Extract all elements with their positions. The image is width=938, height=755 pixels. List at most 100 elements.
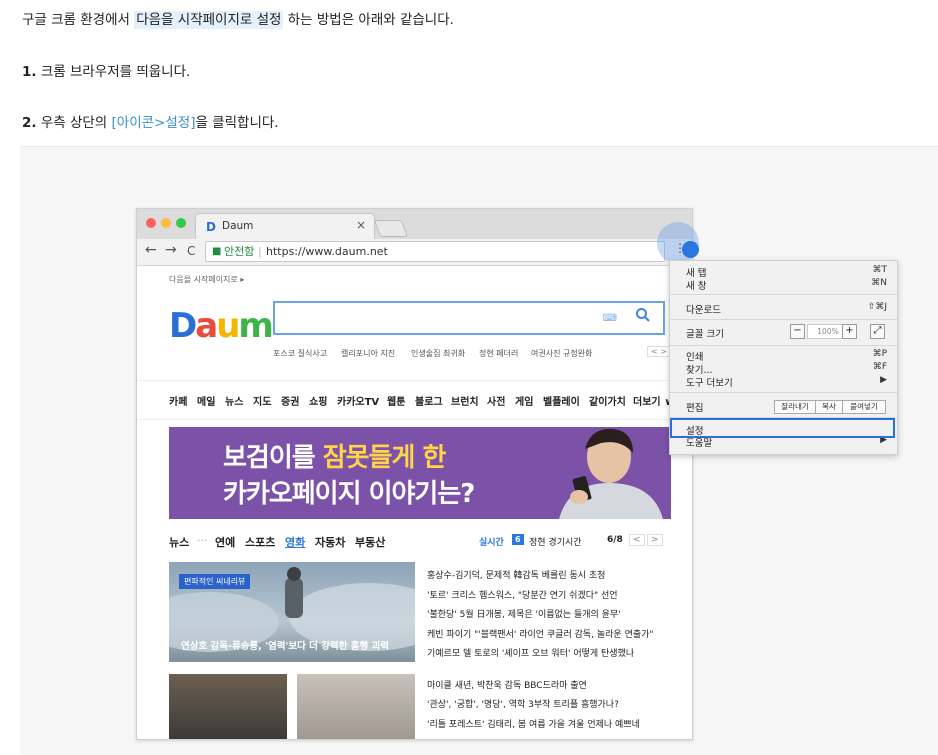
tab-sports[interactable]: 스포츠 — [245, 534, 275, 550]
forward-icon[interactable]: → — [165, 242, 177, 258]
copy-button[interactable]: 복사 — [815, 400, 843, 414]
settings-highlight-box — [670, 418, 895, 438]
zoom-out-button[interactable]: − — [790, 324, 805, 339]
prev-button[interactable]: < — [629, 534, 645, 546]
browser-tab[interactable]: D Daum × — [195, 213, 375, 240]
daum-search-input[interactable]: ⌨ — [273, 301, 665, 335]
secure-label: 안전함 — [224, 245, 255, 258]
lock-icon: ■ — [212, 246, 222, 257]
suggestion-5[interactable]: 여권사진 규정완화 — [531, 348, 592, 359]
headline[interactable]: '리틀 포레스트' 김태리, 봄 여름 가을 겨울 언제나 예쁘네 — [427, 717, 640, 730]
menu-item[interactable]: 웹툰 — [387, 393, 405, 408]
tab-realestate[interactable]: 부동산 — [355, 534, 385, 550]
chrome-menu: 새 탭 ⌘T 새 창 ⌘N 다운로드 ⇧⌘J 글꼴 크기 − 100% + ⤢ … — [669, 260, 898, 455]
step-2-link[interactable]: [아이콘>설정] — [112, 115, 196, 131]
reload-icon[interactable]: C — [187, 244, 195, 258]
headline[interactable]: 마이클 새년, 박찬욱 감독 BBC드라마 출연 — [427, 678, 587, 691]
menu-item[interactable]: 같이가치 — [589, 393, 626, 408]
tab-auto[interactable]: 자동차 — [315, 534, 345, 550]
news-photo-2[interactable] — [169, 674, 287, 739]
headline[interactable]: '관상', '궁합', '명당', 역학 3부작 트리플 흥행가나? — [427, 697, 619, 710]
headline[interactable]: '토르' 크리스 헴스워스, "당분간 연기 쉬겠다" 선언 — [427, 588, 618, 601]
menu-divider — [670, 392, 897, 393]
daum-favicon-icon: D — [206, 220, 216, 234]
step-2-number: 2. — [22, 115, 37, 131]
daum-logo[interactable]: Daum — [169, 306, 274, 346]
intro-highlight: 다음을 시작페이지로 설정 — [134, 11, 284, 29]
tab-bar: D Daum × — [137, 209, 692, 240]
headline[interactable]: '불한당' 5월 日개봉, 제목은 '이름없는 들개의 윤무' — [427, 607, 621, 620]
menu-print[interactable]: 인쇄 — [686, 349, 703, 363]
daum-page: 다음을 시작페이지로 ▸ Daum ⌨ 포스코 질식사고 캘리포니아 지진 인생… — [137, 266, 692, 739]
menu-item[interactable]: 뉴스 — [225, 393, 243, 408]
menu-item[interactable]: 브런치 — [451, 393, 479, 408]
minimize-window-button[interactable] — [161, 218, 171, 228]
headline[interactable]: 기예르모 델 토로의 '셰이프 오브 워터' 어떻게 탄생했나 — [427, 646, 634, 659]
realtime-label: 실시간 — [479, 538, 504, 548]
headline[interactable]: 케빈 파이기 "'블랙팬서' 라이언 쿠글러 감독, 놀라운 연출가" — [427, 627, 654, 640]
menu-item[interactable]: 쇼핑 — [309, 393, 327, 408]
news-photo-3[interactable] — [297, 674, 415, 739]
search-icon[interactable] — [635, 307, 651, 327]
new-tab-button[interactable] — [373, 220, 409, 237]
menu-item[interactable]: 지도 — [253, 393, 271, 408]
menu-item[interactable]: 블로그 — [415, 393, 443, 408]
page-counter: 6/8 — [607, 535, 623, 545]
tab-movie[interactable]: 영화 — [285, 534, 305, 550]
shortcut-find: ⌘F — [872, 362, 887, 372]
shortcut-new-window: ⌘N — [871, 278, 887, 288]
headline[interactable]: 홍상수-김기덕, 문제적 韓감독 베를린 동시 초청 — [427, 568, 605, 581]
tab-close-icon[interactable]: × — [356, 218, 366, 232]
realtime-keyword[interactable]: 정현 경기시간 — [529, 535, 582, 548]
banner-highlight: 잠못들게 한 — [322, 443, 447, 473]
banner-line-2: 카카오페이지 이야기는? — [223, 479, 475, 509]
menu-item[interactable]: 벨플레이 — [543, 393, 580, 408]
menu-item[interactable]: 메일 — [197, 393, 215, 408]
keyboard-icon[interactable]: ⌨ — [603, 313, 617, 324]
menu-item[interactable]: 카카오TV — [337, 393, 379, 408]
menu-new-window[interactable]: 새 창 — [686, 278, 707, 292]
close-window-button[interactable] — [146, 218, 156, 228]
fullscreen-icon[interactable]: ⤢ — [870, 324, 885, 339]
menu-new-tab[interactable]: 새 탭 — [686, 265, 707, 279]
intro-text-end: 하는 방법은 아래와 같습니다. — [283, 12, 454, 28]
browser-toolbar: ← → C ■ 안전함 | https://www.daum.net — [137, 239, 692, 266]
cut-button[interactable]: 잘라내기 — [774, 400, 816, 414]
shortcut-new-tab: ⌘T — [872, 265, 888, 275]
chevron-right-icon: ▶ — [880, 375, 887, 385]
set-start-page-link[interactable]: 다음을 시작페이지로 ▸ — [169, 274, 244, 285]
realtime-rank: 6 — [512, 534, 524, 545]
shortcut-downloads: ⇧⌘J — [867, 302, 887, 312]
tab-entertainment[interactable]: 연예 — [215, 534, 235, 550]
menu-find[interactable]: 찾기... — [686, 362, 713, 376]
menu-divider — [670, 294, 897, 295]
browser-window: D Daum × ← → C ■ 안전함 | https://www.daum.… — [136, 208, 693, 740]
click-indicator-dot — [682, 241, 699, 258]
menu-item[interactable]: 사전 — [487, 393, 505, 408]
menu-item-more[interactable]: 더보기 ∨ — [633, 393, 672, 408]
menu-item[interactable]: 카페 — [169, 393, 187, 408]
paste-button[interactable]: 붙여넣기 — [842, 400, 886, 414]
address-bar[interactable]: ■ 안전함 | https://www.daum.net — [205, 241, 665, 262]
suggestion-3[interactable]: 인생술집 최귀화 — [411, 348, 465, 359]
tab-news[interactable]: 뉴스 — [169, 534, 189, 550]
menu-item[interactable]: 증권 — [281, 393, 299, 408]
menu-item[interactable]: 게임 — [515, 393, 533, 408]
back-icon[interactable]: ← — [145, 242, 157, 258]
next-button[interactable]: > — [647, 534, 663, 546]
url-separator: | — [258, 245, 262, 258]
suggestion-4[interactable]: 정현 페더러 — [479, 348, 518, 359]
maximize-window-button[interactable] — [176, 218, 186, 228]
suggestion-1[interactable]: 포스코 질식사고 — [273, 348, 327, 359]
menu-font-size: 글꼴 크기 — [686, 329, 724, 340]
suggestion-2[interactable]: 캘리포니아 지진 — [341, 348, 395, 359]
menu-edit: 편집 — [686, 403, 704, 414]
step-2-text: 우측 상단의 — [36, 115, 112, 131]
menu-downloads[interactable]: 다운로드 — [686, 302, 721, 316]
zoom-in-button[interactable]: + — [842, 324, 857, 339]
featured-news-photo[interactable]: 편파적인 씨네리뷰 연상호 감독-류승룡, '염력'보다 더 강력한 흥행 괴력 — [169, 562, 415, 662]
intro-paragraph: 구글 크롬 환경에서 다음을 시작페이지로 설정 하는 방법은 아래와 같습니다… — [22, 8, 454, 29]
menu-more-tools[interactable]: 도구 더보기 — [686, 375, 733, 389]
kakaopage-banner[interactable]: 보검이를 잠못들게 한 카카오페이지 이야기는? — [169, 427, 671, 519]
suggestion-pager[interactable]: < > — [647, 346, 671, 357]
